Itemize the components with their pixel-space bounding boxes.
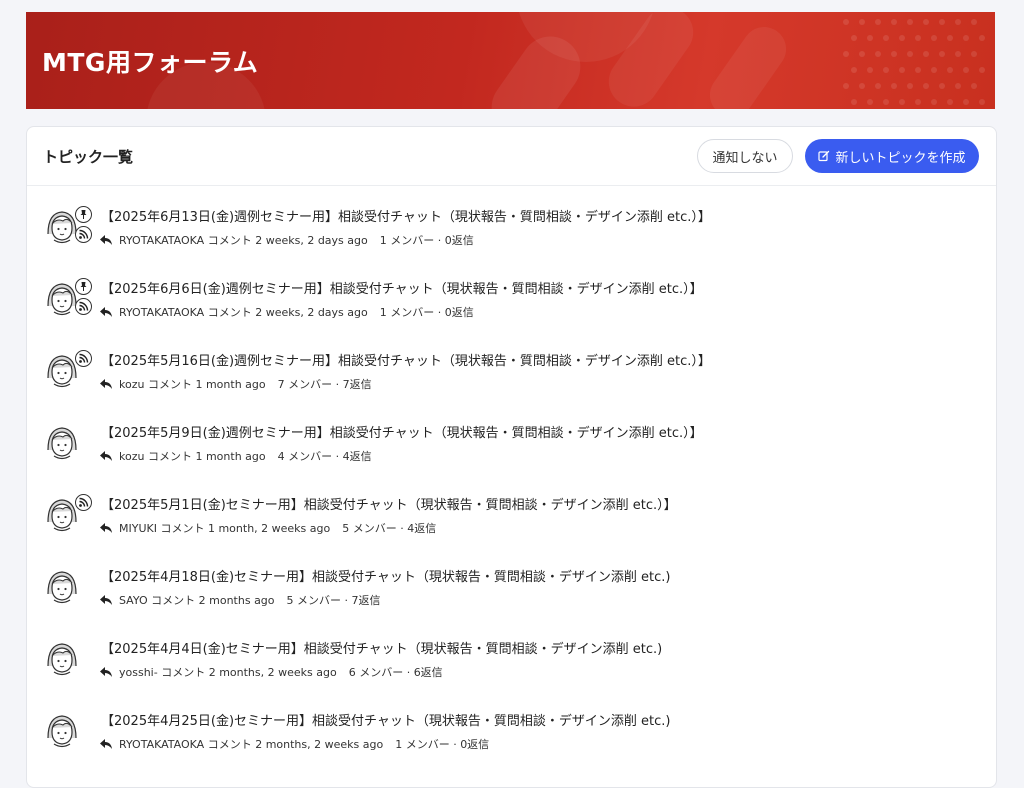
topic-action: コメント	[151, 594, 196, 607]
new-topic-button[interactable]: 新しいトピックを作成	[805, 139, 979, 173]
topic-title[interactable]: 【2025年5月9日(金)週例セミナー用】相談受付チャット（現状報告・質問相談・…	[101, 422, 703, 441]
topic-list-card: トピック一覧 通知しない 新しいトピックを作成 【2025年6月13日(金)週例…	[26, 126, 997, 788]
topic-meta: RYOTAKATAOKA コメント 2 weeks, 2 days ago 1 …	[99, 232, 474, 248]
forum-banner: MTG用フォーラム	[26, 12, 995, 109]
reply-icon	[100, 667, 112, 677]
topic-row[interactable]: 【2025年4月18日(金)セミナー用】相談受付チャット（現状報告・質問相談・デ…	[27, 552, 996, 624]
avatar-icon	[47, 355, 77, 388]
topic-action: コメント	[160, 522, 205, 535]
topic-author[interactable]: RYOTAKATAOKA	[119, 738, 204, 751]
topic-meta: MIYUKI コメント 1 month, 2 weeks ago 5 メンバー …	[99, 520, 436, 536]
topic-row[interactable]: 【2025年6月13日(金)週例セミナー用】相談受付チャット（現状報告・質問相談…	[27, 192, 996, 264]
topic-row[interactable]: 【2025年5月9日(金)週例セミナー用】相談受付チャット（現状報告・質問相談・…	[27, 408, 996, 480]
rss-icon[interactable]	[75, 226, 92, 243]
topic-time: 1 month, 2 weeks ago	[207, 521, 331, 535]
topic-stats: 5 メンバー · 7返信	[286, 594, 381, 607]
topic-row[interactable]: 【2025年6月6日(金)週例セミナー用】相談受付チャット（現状報告・質問相談・…	[27, 264, 996, 336]
reply-icon	[100, 451, 112, 461]
topic-stats: 5 メンバー · 4返信	[342, 522, 437, 535]
topic-title[interactable]: 【2025年5月16日(金)週例セミナー用】相談受付チャット（現状報告・質問相談…	[101, 350, 711, 369]
topic-meta: SAYO コメント 2 months ago 5 メンバー · 7返信	[99, 592, 381, 608]
topic-list-header: トピック一覧 通知しない 新しいトピックを作成	[27, 127, 996, 186]
topic-time: 2 months, 2 weeks ago	[255, 737, 384, 751]
pin-icon	[75, 278, 92, 295]
avatar-icon	[47, 211, 77, 244]
topic-title[interactable]: 【2025年4月25日(金)セミナー用】相談受付チャット（現状報告・質問相談・デ…	[101, 710, 671, 729]
topic-title[interactable]: 【2025年4月4日(金)セミナー用】相談受付チャット（現状報告・質問相談・デザ…	[101, 638, 662, 657]
topic-title[interactable]: 【2025年5月1日(金)セミナー用】相談受付チャット（現状報告・質問相談・デザ…	[101, 494, 677, 513]
topic-author[interactable]: yosshi-	[119, 666, 158, 679]
reply-icon	[100, 307, 112, 317]
topic-meta: RYOTAKATAOKA コメント 2 weeks, 2 days ago 1 …	[99, 304, 474, 320]
topic-meta: kozu コメント 1 month ago 7 メンバー · 7返信	[99, 376, 372, 392]
topic-time: 1 month ago	[195, 449, 266, 463]
rss-icon[interactable]	[75, 350, 92, 367]
mute-notifications-button[interactable]: 通知しない	[697, 139, 793, 173]
topic-meta: kozu コメント 1 month ago 4 メンバー · 4返信	[99, 448, 372, 464]
forum-title: MTG用フォーラム	[42, 48, 259, 77]
topic-author[interactable]: MIYUKI	[119, 522, 157, 535]
topic-action: コメント	[207, 234, 252, 247]
topic-author[interactable]: RYOTAKATAOKA	[119, 234, 204, 247]
topic-title[interactable]: 【2025年4月18日(金)セミナー用】相談受付チャット（現状報告・質問相談・デ…	[101, 566, 671, 585]
reply-icon	[100, 379, 112, 389]
topic-stats: 4 メンバー · 4返信	[277, 450, 372, 463]
topic-meta: yosshi- コメント 2 months, 2 weeks ago 6 メンバ…	[99, 664, 443, 680]
topic-time: 2 weeks, 2 days ago	[255, 305, 368, 319]
pin-icon	[75, 206, 92, 223]
topic-time: 2 months ago	[198, 593, 275, 607]
topic-stats: 1 メンバー · 0返信	[379, 306, 474, 319]
topic-time: 2 months, 2 weeks ago	[208, 665, 337, 679]
topic-title[interactable]: 【2025年6月13日(金)週例セミナー用】相談受付チャット（現状報告・質問相談…	[101, 206, 711, 225]
topic-action: コメント	[207, 738, 252, 751]
avatar-icon	[47, 643, 77, 676]
topic-row[interactable]: 【2025年4月4日(金)セミナー用】相談受付チャット（現状報告・質問相談・デザ…	[27, 624, 996, 696]
topic-action: コメント	[147, 378, 192, 391]
avatar-icon	[47, 283, 77, 316]
edit-icon	[818, 150, 830, 162]
topic-stats: 1 メンバー · 0返信	[395, 738, 490, 751]
topic-title[interactable]: 【2025年6月6日(金)週例セミナー用】相談受付チャット（現状報告・質問相談・…	[101, 278, 703, 297]
topic-stats: 7 メンバー · 7返信	[277, 378, 372, 391]
topic-time: 1 month ago	[195, 377, 266, 391]
topic-meta: RYOTAKATAOKA コメント 2 months, 2 weeks ago …	[99, 736, 489, 752]
avatar-icon	[47, 715, 77, 748]
avatar-icon	[47, 499, 77, 532]
topic-action: コメント	[161, 666, 206, 679]
avatar-icon	[47, 571, 77, 604]
reply-icon	[100, 595, 112, 605]
topic-stats: 6 メンバー · 6返信	[348, 666, 443, 679]
topic-action: コメント	[147, 450, 192, 463]
topic-author[interactable]: RYOTAKATAOKA	[119, 306, 204, 319]
reply-icon	[100, 523, 112, 533]
topic-author[interactable]: SAYO	[119, 594, 148, 607]
avatar-icon	[47, 427, 77, 460]
topic-time: 2 weeks, 2 days ago	[255, 233, 368, 247]
reply-icon	[100, 235, 112, 245]
rss-icon[interactable]	[75, 298, 92, 315]
topic-row[interactable]: 【2025年5月1日(金)セミナー用】相談受付チャット（現状報告・質問相談・デザ…	[27, 480, 996, 552]
topic-row[interactable]: 【2025年4月25日(金)セミナー用】相談受付チャット（現状報告・質問相談・デ…	[27, 696, 996, 768]
topic-action: コメント	[207, 306, 252, 319]
rss-icon[interactable]	[75, 494, 92, 511]
reply-icon	[100, 739, 112, 749]
topic-author[interactable]: kozu	[119, 378, 144, 391]
topic-list-title: トピック一覧	[43, 148, 134, 166]
topic-author[interactable]: kozu	[119, 450, 144, 463]
topic-stats: 1 メンバー · 0返信	[379, 234, 474, 247]
topic-row[interactable]: 【2025年5月16日(金)週例セミナー用】相談受付チャット（現状報告・質問相談…	[27, 336, 996, 408]
new-topic-label: 新しいトピックを作成	[835, 150, 966, 166]
